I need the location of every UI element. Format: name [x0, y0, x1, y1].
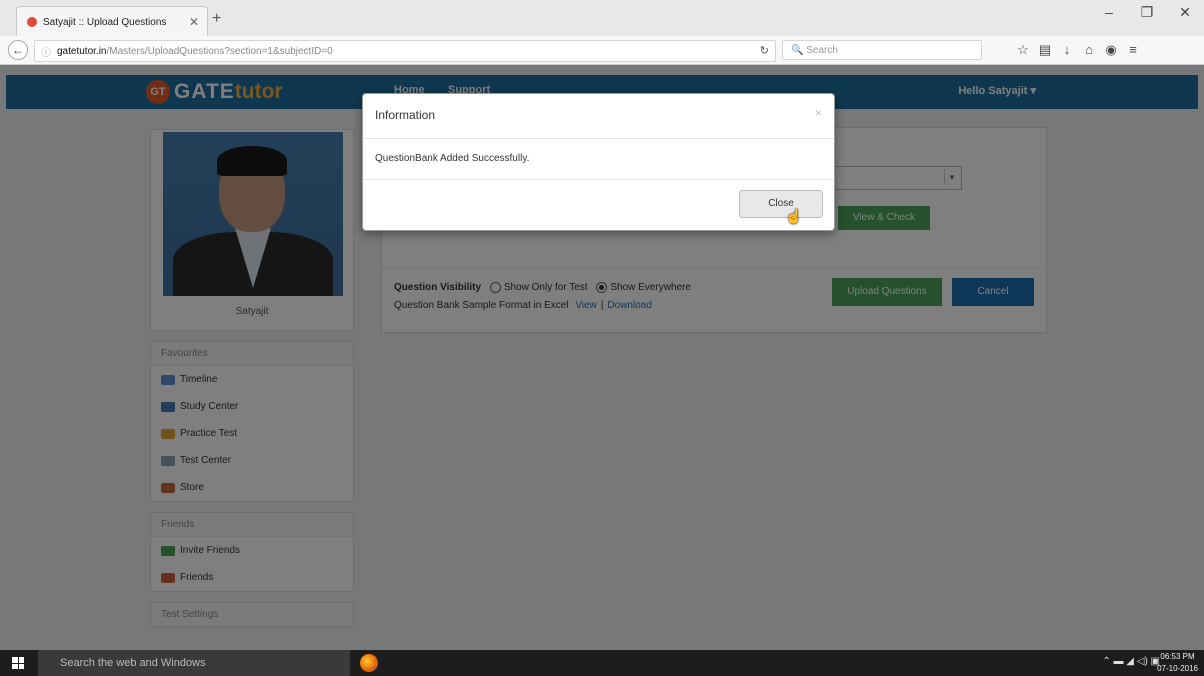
address-bar[interactable]: ⓘ gatetutor.in/Masters/UploadQuestions?s…: [34, 40, 776, 62]
url-host: gatetutor.in: [57, 45, 107, 57]
close-button[interactable]: Close: [739, 190, 823, 218]
clock-date: 07-10-2016: [1157, 664, 1198, 673]
close-window-icon[interactable]: ✕: [1166, 4, 1204, 21]
dialog-header: Information ×: [363, 94, 834, 139]
menu-icon[interactable]: ≡: [1122, 42, 1144, 58]
system-tray-icons[interactable]: ⌃ ▬ ◢ ◁) ▣: [1102, 656, 1160, 667]
browser-toolbar: ☆ ▤ ↓ ⌂ ◉ ≡: [1012, 42, 1144, 58]
bookmark-star-icon[interactable]: ☆: [1012, 42, 1034, 58]
new-tab-icon[interactable]: +: [212, 10, 221, 28]
restore-icon[interactable]: ❐: [1128, 4, 1166, 21]
reload-icon[interactable]: ↻: [760, 44, 769, 57]
pocket-icon[interactable]: ◉: [1100, 42, 1122, 58]
windows-taskbar: Search the web and Windows ⌃ ▬ ◢ ◁) ▣ 06…: [0, 650, 1204, 676]
browser-navbar: ← ⓘ gatetutor.in/Masters/UploadQuestions…: [0, 36, 1204, 65]
firefox-icon[interactable]: [360, 654, 378, 672]
window-controls: – ❐ ✕: [1090, 4, 1204, 21]
hand-cursor-icon: ☝: [785, 208, 803, 224]
information-dialog: Information × QuestionBank Added Success…: [362, 93, 835, 231]
clock-time: 06:53 PM: [1160, 652, 1195, 661]
browser-tab-bar: Satyajit :: Upload Questions ✕ + – ❐ ✕: [0, 0, 1204, 37]
minimize-icon[interactable]: –: [1090, 4, 1128, 21]
browser-tab[interactable]: Satyajit :: Upload Questions ✕: [16, 6, 208, 37]
dialog-message: QuestionBank Added Successfully.: [375, 153, 530, 164]
site-favicon-icon: [27, 17, 37, 27]
windows-start-icon[interactable]: [12, 657, 24, 669]
tab-title: Satyajit :: Upload Questions: [43, 16, 167, 28]
home-icon[interactable]: ⌂: [1078, 42, 1100, 58]
reading-list-icon[interactable]: ▤: [1034, 42, 1056, 58]
close-tab-icon[interactable]: ✕: [189, 15, 199, 29]
url-path: /Masters/UploadQuestions?section=1&subje…: [106, 45, 333, 57]
back-arrow-icon[interactable]: ←: [8, 40, 28, 60]
search-placeholder: Search: [806, 45, 838, 56]
taskbar-search[interactable]: Search the web and Windows: [38, 650, 350, 676]
info-icon[interactable]: ⓘ: [41, 44, 51, 59]
dialog-title: Information: [375, 108, 436, 122]
downloads-icon[interactable]: ↓: [1056, 42, 1078, 58]
dialog-body: QuestionBank Added Successfully.: [363, 139, 834, 180]
taskbar-clock[interactable]: 06:53 PM 07-10-2016: [1157, 651, 1198, 675]
close-icon[interactable]: ×: [815, 106, 822, 120]
browser-search-input[interactable]: 🔍 Search: [782, 40, 982, 60]
